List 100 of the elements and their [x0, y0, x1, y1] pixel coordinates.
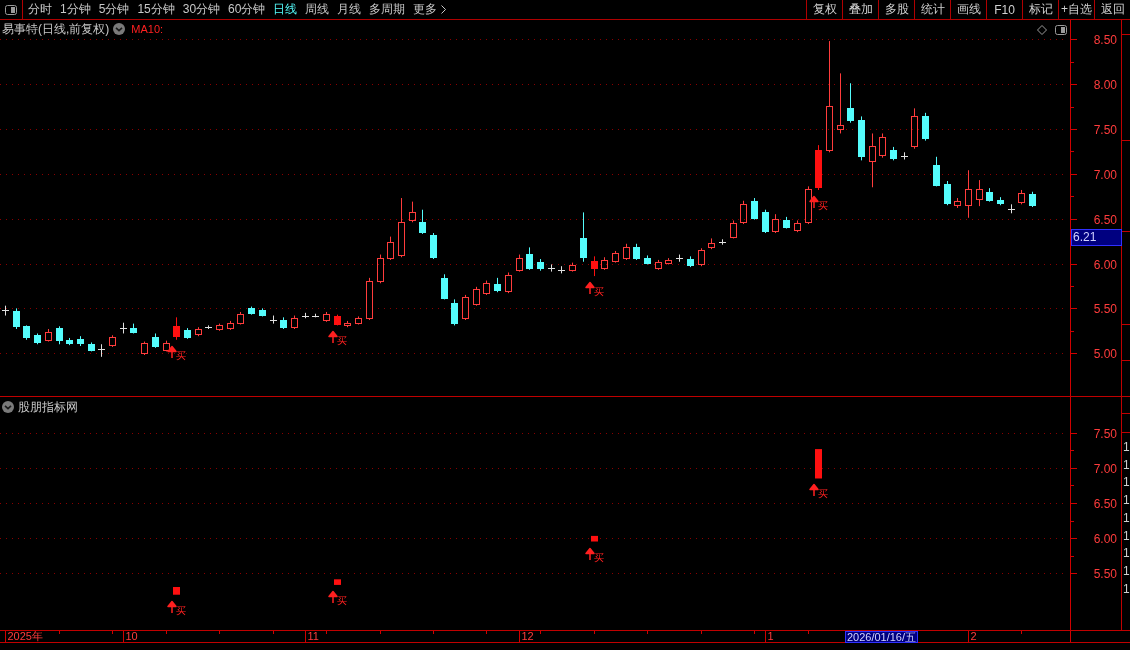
candlestick: [644, 254, 651, 265]
candlestick: [601, 256, 608, 271]
candlestick: [783, 216, 790, 230]
candlestick: [740, 200, 747, 225]
doji-candlestick: [119, 322, 128, 334]
axis-label: 7.50: [1093, 123, 1117, 137]
candlestick: [730, 219, 737, 239]
candlestick: [922, 112, 929, 142]
axis-label: 5.50: [1093, 567, 1117, 581]
candlestick: [655, 259, 662, 271]
panel-icon[interactable]: [1055, 25, 1067, 35]
candlestick: [805, 185, 812, 225]
doji-candlestick: [1007, 203, 1016, 214]
candlestick: [45, 328, 52, 343]
candlestick: [184, 327, 191, 340]
candlestick: [687, 255, 694, 268]
candlestick: [419, 209, 426, 235]
signal-label: 买: [817, 488, 828, 499]
axis-label: 11: [307, 631, 319, 642]
candlestick: [130, 323, 137, 334]
candlestick: [195, 326, 202, 337]
up-arrow-icon: [585, 281, 595, 295]
period-tab[interactable]: 1分钟: [60, 0, 91, 19]
period-tab[interactable]: 日线: [273, 0, 298, 19]
candlestick: [986, 187, 993, 203]
signal-label: 买: [175, 605, 186, 616]
candlestick: [526, 246, 533, 271]
more-menu-button[interactable]: 更多: [413, 0, 447, 19]
period-tab[interactable]: 多周期: [369, 0, 406, 19]
candlestick: [34, 333, 41, 345]
axis-label: 5.00: [1093, 347, 1117, 361]
candlestick: [1018, 189, 1025, 205]
period-tab[interactable]: 30分钟: [182, 0, 221, 19]
candlestick: [612, 250, 619, 264]
toolbar-button[interactable]: +自选: [1058, 0, 1094, 19]
axis-label: 6.00: [1093, 532, 1117, 546]
candlestick: [633, 243, 640, 261]
side-list-text: 1: [1122, 474, 1130, 492]
doji-candlestick: [204, 324, 213, 330]
candlestick: [451, 298, 458, 326]
candlestick: [537, 258, 544, 272]
candlestick: [173, 316, 180, 341]
period-tab[interactable]: 分时: [28, 0, 52, 19]
axis-label: 1: [767, 631, 774, 642]
candlestick: [430, 232, 437, 260]
candlestick: [141, 341, 148, 356]
date-cursor-label: 2026/01/16/五: [844, 631, 919, 643]
up-arrow-icon: [328, 330, 338, 344]
period-tab[interactable]: 周线: [305, 0, 330, 19]
chart-title: 易事特(日线,前复权): [2, 22, 110, 36]
candlestick: [569, 262, 576, 273]
side-list-text: 1: [1122, 439, 1130, 456]
candlestick: [933, 156, 940, 187]
candlestick: [398, 197, 405, 258]
period-tab[interactable]: 60分钟: [228, 0, 266, 19]
chevron-down-icon[interactable]: [2, 401, 14, 413]
doji-candlestick: [547, 263, 556, 273]
candlestick: [441, 273, 448, 300]
chevron-down-icon[interactable]: [113, 23, 126, 35]
axis-label: 8.50: [1093, 33, 1117, 47]
candlestick: [772, 213, 779, 234]
up-arrow-icon: [167, 345, 177, 359]
period-tab[interactable]: 月线: [337, 0, 362, 19]
signal-label: 买: [336, 335, 347, 346]
candlestick: [409, 201, 416, 223]
candlestick: [473, 286, 480, 307]
axis-label: 12: [521, 631, 534, 642]
period-tab[interactable]: 15分钟: [137, 0, 175, 19]
side-list-text: 1: [1122, 509, 1130, 527]
candlestick: [216, 323, 223, 332]
axis-label: 5.50: [1093, 302, 1117, 316]
chevron-right-icon: [441, 5, 447, 14]
indicator-label: MA10:: [131, 22, 164, 36]
price-cursor-label: 6.21: [1071, 229, 1122, 246]
candlestick: [23, 324, 30, 341]
candlestick: [88, 341, 95, 352]
axis-label: 7.00: [1093, 168, 1117, 182]
doji-candlestick: [675, 254, 684, 263]
candlestick: [954, 197, 961, 209]
period-tab[interactable]: 5分钟: [98, 0, 130, 19]
candlestick: [944, 180, 951, 206]
side-list-text: 1: [1122, 545, 1130, 563]
up-arrow-icon: [328, 590, 338, 604]
candlestick: [591, 255, 598, 277]
panel-icon: [5, 4, 17, 15]
signal-label: 买: [336, 595, 347, 606]
candlestick: [976, 179, 983, 207]
signal-label: 买: [175, 350, 186, 361]
candlestick: [323, 311, 330, 323]
candlestick: [344, 320, 351, 328]
side-list-text: 1: [1122, 580, 1130, 598]
axis-label: 10: [125, 631, 138, 642]
axis-label: 2: [970, 631, 977, 642]
axis-label: 8.00: [1093, 78, 1117, 92]
candlestick: [494, 277, 501, 293]
candlestick: [366, 277, 373, 321]
candlestick: [623, 243, 630, 261]
candlestick: [259, 307, 266, 317]
up-arrow-icon: [585, 547, 595, 561]
candlestick: [997, 196, 1004, 206]
